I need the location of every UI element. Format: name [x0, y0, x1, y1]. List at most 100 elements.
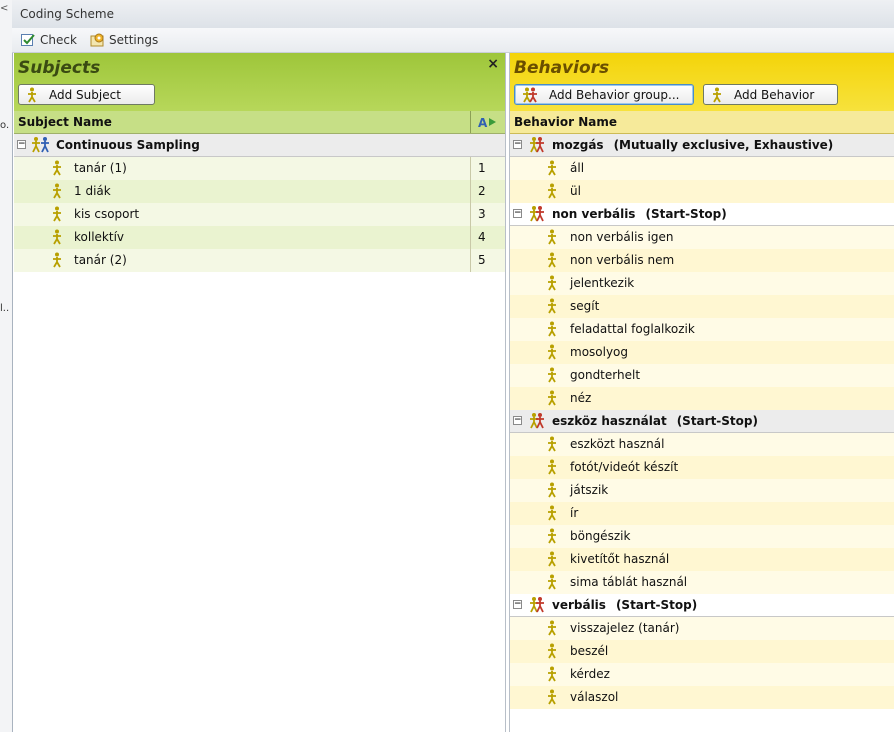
behavior-row[interactable]: mosolyog — [510, 341, 894, 364]
behavior-row[interactable]: ül — [510, 180, 894, 203]
person-icon — [548, 551, 556, 567]
behavior-row[interactable]: fotót/videót készít — [510, 456, 894, 479]
person-icon — [548, 574, 556, 590]
behavior-group-type: (Start-Stop) — [615, 598, 698, 612]
behavior-row[interactable]: beszél — [510, 640, 894, 663]
person-icon — [548, 459, 556, 475]
behavior-group-row[interactable]: − mozgás (Mutually exclusive, Exhaustive) — [510, 134, 894, 157]
subject-name: tanár (2) — [74, 253, 127, 267]
collapse-toggle-icon[interactable]: − — [17, 140, 26, 149]
subject-name-column-header[interactable]: Subject Name A — [14, 111, 505, 134]
subject-number: 3 — [478, 207, 486, 221]
behavior-row[interactable]: non verbális nem — [510, 249, 894, 272]
add-subject-button[interactable]: Add Subject — [18, 84, 155, 105]
person-icon — [28, 87, 36, 102]
behaviors-list: − mozgás (Mutually exclusive, Exhaustive) á… — [510, 134, 894, 709]
person-icon — [548, 321, 556, 337]
behavior-name: non verbális nem — [570, 253, 675, 267]
person-icon — [548, 252, 556, 268]
close-icon[interactable]: × — [487, 56, 499, 72]
behavior-name: segít — [570, 299, 600, 313]
toolbar: Check Settings — [12, 28, 894, 53]
person-icon — [53, 229, 61, 245]
behavior-group-row[interactable]: − eszköz használat (Start-Stop) — [510, 410, 894, 433]
person-icon — [548, 643, 556, 659]
subject-number: 4 — [478, 230, 486, 244]
behavior-row[interactable]: visszajelez (tanár) — [510, 617, 894, 640]
subject-name: kis csoport — [74, 207, 140, 221]
behavior-name: fotót/videót készít — [570, 460, 679, 474]
subject-row[interactable]: tanár (2) 5 — [14, 249, 505, 272]
subject-number-cell: 1 — [470, 157, 505, 180]
settings-button[interactable]: Settings — [89, 31, 158, 49]
person-icon — [548, 620, 556, 636]
person-icon — [548, 482, 556, 498]
person-icon — [548, 528, 556, 544]
person-icon — [548, 183, 556, 199]
collapse-toggle-icon[interactable]: − — [513, 416, 522, 425]
behavior-row[interactable]: áll — [510, 157, 894, 180]
person-icon — [548, 229, 556, 245]
subject-number-cell: 2 — [470, 180, 505, 203]
behavior-row[interactable]: böngészik — [510, 525, 894, 548]
subject-row[interactable]: tanár (1) 1 — [14, 157, 505, 180]
behavior-name: visszajelez (tanár) — [570, 621, 680, 635]
subject-number-cell: 3 — [470, 203, 505, 226]
check-button[interactable]: Check — [20, 31, 77, 49]
sort-button[interactable]: A — [470, 111, 505, 133]
behavior-name-column-header[interactable]: Behavior Name — [510, 111, 894, 134]
behavior-name: non verbális igen — [570, 230, 674, 244]
subject-name: 1 diák — [74, 184, 111, 198]
behavior-row[interactable]: ír — [510, 502, 894, 525]
behavior-row[interactable]: válaszol — [510, 686, 894, 709]
behavior-row[interactable]: kérdez — [510, 663, 894, 686]
behavior-row[interactable]: sima táblát használ — [510, 571, 894, 594]
behavior-row[interactable]: segít — [510, 295, 894, 318]
subject-number: 5 — [478, 253, 486, 267]
behavior-group-icon — [530, 137, 544, 153]
behavior-row[interactable]: gondterhelt — [510, 364, 894, 387]
person-icon — [548, 344, 556, 360]
subject-group-row[interactable]: − Continuous Sampling — [14, 134, 505, 157]
behavior-row[interactable]: kivetítőt használ — [510, 548, 894, 571]
add-behavior-button[interactable]: Add Behavior — [703, 84, 838, 105]
subject-name: kollektív — [74, 230, 125, 244]
behavior-row[interactable]: néz — [510, 387, 894, 410]
collapse-toggle-icon[interactable]: − — [513, 600, 522, 609]
behavior-name: ül — [570, 184, 581, 198]
subjects-title: Subjects — [18, 58, 101, 78]
behavior-group-row[interactable]: − verbális (Start-Stop) — [510, 594, 894, 617]
behavior-group-icon — [523, 87, 537, 102]
behavior-group-title: non verbális (Start-Stop) — [552, 207, 727, 221]
person-icon — [548, 275, 556, 291]
behavior-name: válaszol — [570, 690, 619, 704]
behavior-group-row[interactable]: − non verbális (Start-Stop) — [510, 203, 894, 226]
person-icon — [548, 160, 556, 176]
collapse-toggle-icon[interactable]: − — [513, 140, 522, 149]
subject-row[interactable]: kis csoport 3 — [14, 203, 505, 226]
behavior-group-icon — [530, 413, 544, 429]
add-behavior-group-button[interactable]: Add Behavior group... — [514, 84, 694, 105]
settings-icon — [90, 33, 104, 47]
subject-row[interactable]: 1 diák 2 — [14, 180, 505, 203]
behavior-group-title: verbális (Start-Stop) — [552, 598, 697, 612]
behavior-group-icon — [530, 206, 544, 222]
subject-number-cell: 4 — [470, 226, 505, 249]
behavior-name: ír — [570, 506, 579, 520]
behavior-row[interactable]: non verbális igen — [510, 226, 894, 249]
collapse-toggle-icon[interactable]: − — [513, 209, 522, 218]
behavior-name: sima táblát használ — [570, 575, 688, 589]
subject-number: 1 — [478, 161, 486, 175]
behavior-row[interactable]: játszik — [510, 479, 894, 502]
subject-row[interactable]: kollektív 4 — [14, 226, 505, 249]
behaviors-panel: Behaviors Add Behavior group... Add Beha… — [509, 53, 894, 732]
check-icon — [21, 34, 35, 46]
collapse-chevron-icon[interactable]: < — [0, 3, 8, 14]
behavior-row[interactable]: feladattal foglalkozik — [510, 318, 894, 341]
behavior-name: jelentkezik — [570, 276, 635, 290]
behavior-name: játszik — [570, 483, 609, 497]
behavior-row[interactable]: eszközt használ — [510, 433, 894, 456]
behaviors-title: Behaviors — [514, 58, 610, 78]
behavior-row[interactable]: jelentkezik — [510, 272, 894, 295]
person-icon — [53, 183, 61, 199]
